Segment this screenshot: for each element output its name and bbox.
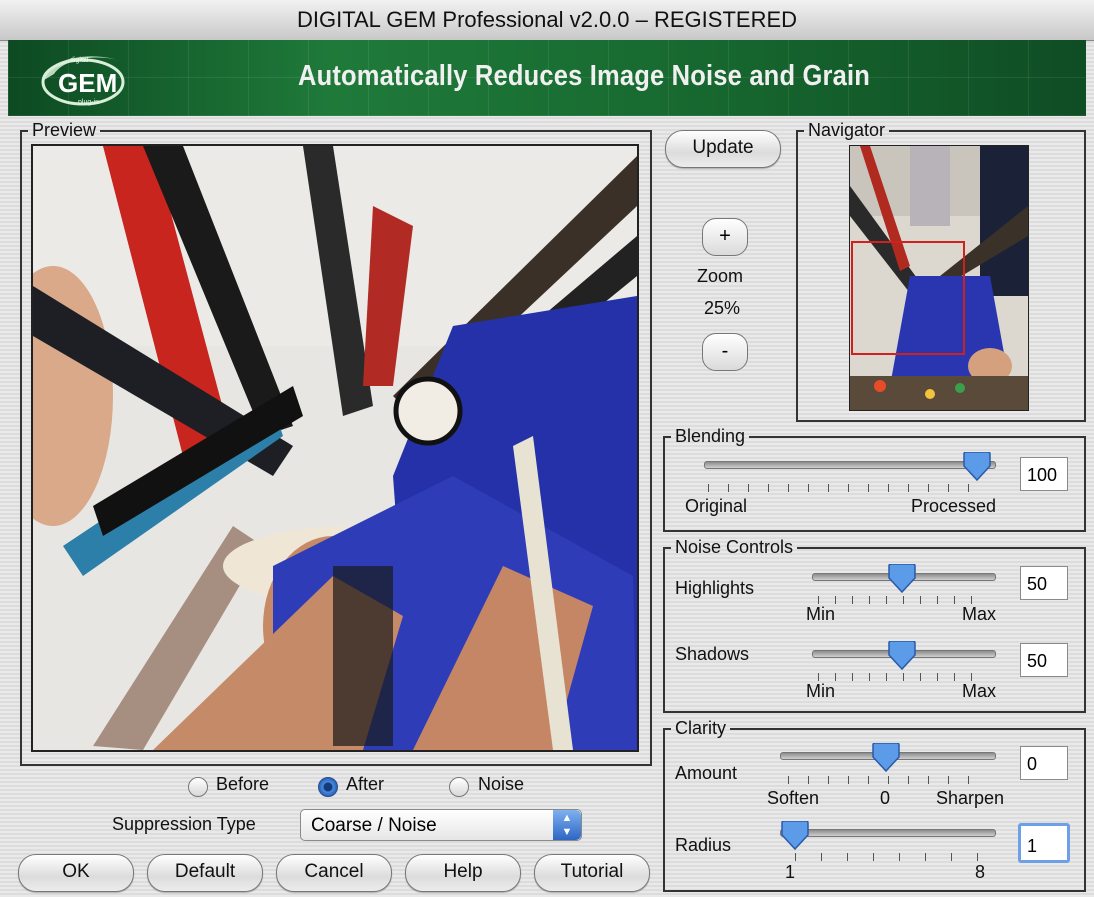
radius-label: Radius <box>675 835 732 855</box>
shadows-label: Shadows <box>675 644 750 664</box>
svg-text:plug-in: plug-in <box>78 99 99 106</box>
preview-image[interactable] <box>31 144 639 752</box>
radius-slider-track[interactable] <box>780 829 996 837</box>
gem-logo: GEM digital plug-in <box>36 48 130 108</box>
window-title: DIGITAL GEM Professional v2.0.0 – REGIST… <box>0 0 1094 41</box>
preview-legend: Preview <box>32 120 97 140</box>
amount-ticks <box>788 776 988 784</box>
highlights-label: Highlights <box>675 578 755 598</box>
noise-radio[interactable] <box>449 777 469 797</box>
noise-controls-group: Noise Controls <box>663 537 1086 713</box>
suppression-value: Coarse / Noise <box>311 815 437 836</box>
before-radio[interactable] <box>188 777 208 797</box>
after-label[interactable]: After <box>346 774 384 795</box>
after-radio[interactable] <box>318 777 338 797</box>
blending-legend: Blending <box>675 426 746 446</box>
noise-controls-legend: Noise Controls <box>675 537 794 557</box>
select-arrows-icon: ▲ ▼ <box>553 810 581 840</box>
amount-slider-thumb[interactable] <box>872 742 900 773</box>
header-banner: GEM digital plug-in Automatically Reduce… <box>8 40 1086 116</box>
radius-ticks <box>795 853 981 861</box>
blending-ticks <box>708 484 988 492</box>
radius-min-label: 1 <box>785 862 796 882</box>
zoom-label: Zoom <box>697 266 744 286</box>
blending-value[interactable]: 100 <box>1020 457 1068 491</box>
highlights-ticks <box>818 596 988 604</box>
shadows-value[interactable]: 50 <box>1020 643 1068 677</box>
default-button[interactable]: Default <box>147 854 263 892</box>
cancel-button[interactable]: Cancel <box>276 854 392 892</box>
blending-slider-thumb[interactable] <box>963 451 991 482</box>
radius-max-label: 8 <box>975 862 986 882</box>
zoom-out-button[interactable]: - <box>702 333 748 371</box>
shadows-slider-thumb[interactable] <box>888 640 916 671</box>
before-label[interactable]: Before <box>216 774 269 795</box>
noise-label[interactable]: Noise <box>478 774 524 795</box>
clarity-legend: Clarity <box>675 718 727 738</box>
highlights-slider-thumb[interactable] <box>888 563 916 594</box>
highlights-value[interactable]: 50 <box>1020 566 1068 600</box>
amount-max-label: Sharpen <box>936 788 1005 808</box>
blending-min-label: Original <box>685 496 748 516</box>
shadows-max-label: Max <box>962 681 997 701</box>
zoom-in-button[interactable]: + <box>702 218 748 256</box>
svg-text:digital: digital <box>70 57 89 64</box>
shadows-ticks <box>818 673 988 681</box>
tutorial-button[interactable]: Tutorial <box>534 854 650 892</box>
help-button[interactable]: Help <box>405 854 521 892</box>
banner-tagline: Automatically Reduces Image Noise and Gr… <box>298 60 871 92</box>
blending-max-label: Processed <box>911 496 997 516</box>
highlights-max-label: Max <box>962 604 997 624</box>
ok-button[interactable]: OK <box>18 854 134 892</box>
suppression-select[interactable]: Coarse / Noise ▲ ▼ <box>300 809 582 841</box>
navigator-thumbnail[interactable] <box>849 145 1029 411</box>
zoom-value: 25% <box>704 298 741 318</box>
update-button[interactable]: Update <box>665 130 781 168</box>
highlights-min-label: Min <box>806 604 836 624</box>
suppression-label: Suppression Type <box>112 814 256 834</box>
plugin-window: DIGITAL GEM Professional v2.0.0 – REGIST… <box>0 0 1094 897</box>
navigator-legend: Navigator <box>808 120 886 140</box>
blending-slider-track[interactable] <box>704 461 996 469</box>
amount-label: Amount <box>675 763 738 783</box>
svg-text:GEM: GEM <box>58 68 117 98</box>
amount-mid-label: 0 <box>880 788 891 808</box>
radius-value[interactable]: 1 <box>1018 823 1070 863</box>
amount-min-label: Soften <box>767 788 820 808</box>
shadows-min-label: Min <box>806 681 836 701</box>
radius-slider-thumb[interactable] <box>781 820 809 851</box>
amount-value[interactable]: 0 <box>1020 746 1068 780</box>
